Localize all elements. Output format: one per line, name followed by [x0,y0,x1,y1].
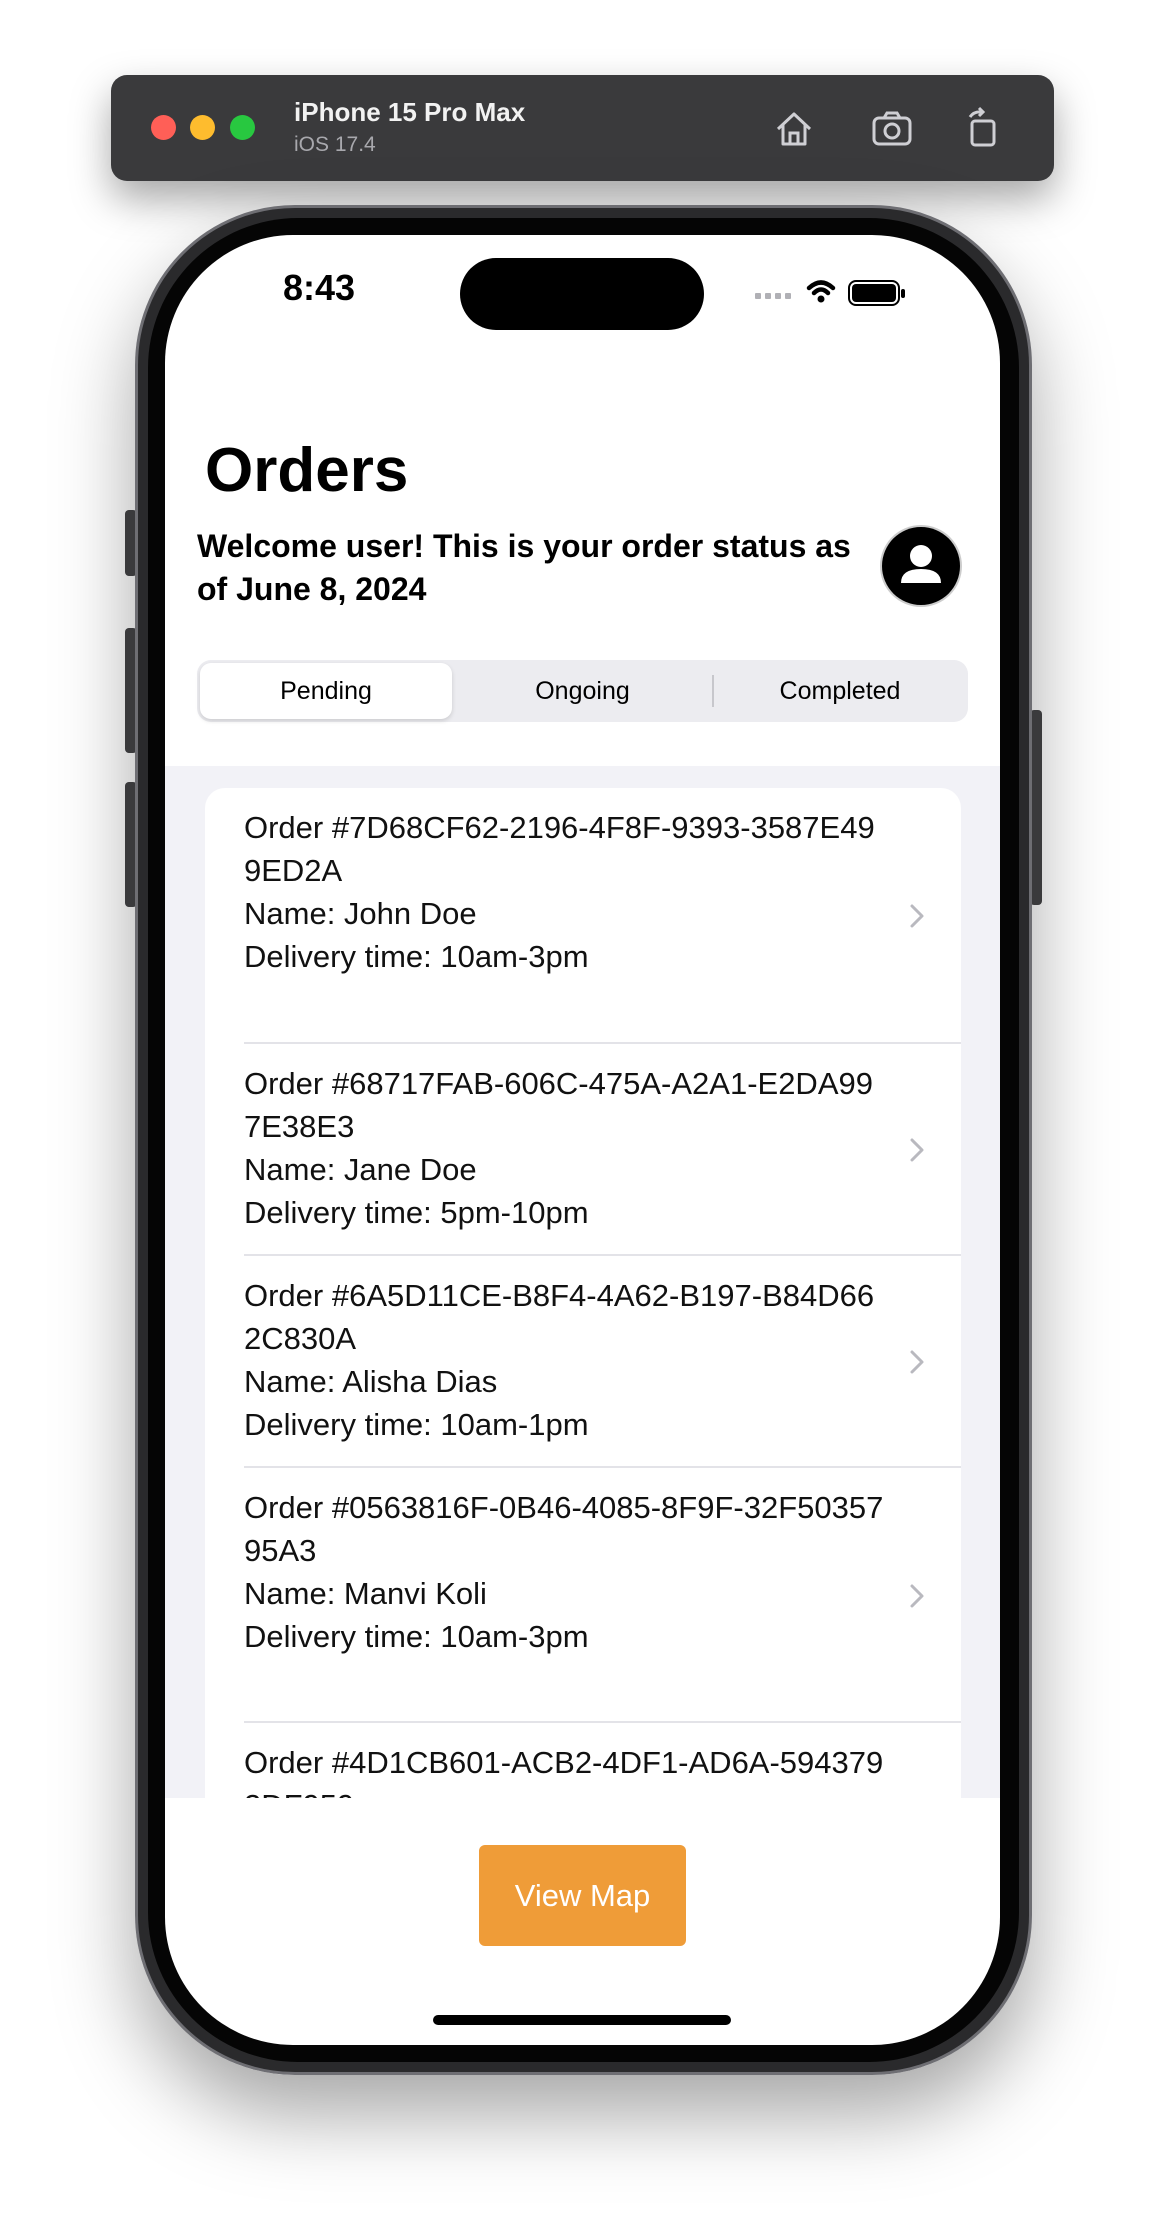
chevron-right-icon [909,1349,925,1375]
device-name: iPhone 15 Pro Max [294,97,526,127]
order-row[interactable]: Order #4D1CB601-ACB2-4DF1-AD6A-5943792DF… [205,1723,961,1798]
zoom-window-button[interactable] [230,115,255,140]
rotate-icon[interactable] [956,103,1008,155]
order-customer-name: Name: Manvi Koli [244,1576,487,1611]
home-indicator[interactable] [433,2015,731,2025]
tab-completed[interactable]: Completed [715,663,965,719]
order-row-text: Order #4D1CB601-ACB2-4DF1-AD6A-5943792DF… [244,1741,884,1798]
order-delivery-time: Delivery time: 5pm-10pm [244,1195,589,1230]
status-icons [755,273,925,313]
welcome-message: Welcome user! This is your order status … [197,528,851,607]
person-icon [901,545,941,583]
order-number: Order #0563816F-0B46-4085-8F9F-32F503579… [244,1490,884,1568]
order-row[interactable]: Order #68717FAB-606C-475A-A2A1-E2DA997E3… [205,1044,961,1256]
order-number: Order #6A5D11CE-B8F4-4A62-B197-B84D662C8… [244,1278,875,1356]
chevron-right-icon [909,1583,925,1609]
os-version: iOS 17.4 [294,133,376,156]
orders-list[interactable]: Order #7D68CF62-2196-4F8F-9393-3587E499E… [165,766,1000,1798]
order-customer-name: Name: Alisha Dias [244,1364,498,1399]
order-delivery-time: Delivery time: 10am-1pm [244,1407,589,1442]
order-number: Order #7D68CF62-2196-4F8F-9393-3587E499E… [244,810,875,888]
order-row-text: Order #7D68CF62-2196-4F8F-9393-3587E499E… [244,806,884,978]
simulator-title-bar: iPhone 15 Pro Max iOS 17.4 [111,75,1054,181]
order-delivery-time: Delivery time: 10am-3pm [244,1619,589,1654]
page-title: Orders [205,436,409,505]
tab-ongoing[interactable]: Ongoing [455,663,710,719]
screenshot-icon[interactable] [866,103,918,155]
orders-card: Order #7D68CF62-2196-4F8F-9393-3587E499E… [205,788,961,1798]
order-customer-name: Name: John Doe [244,896,477,931]
status-time: 8:43 [283,267,356,308]
order-row[interactable]: Order #6A5D11CE-B8F4-4A62-B197-B84D662C8… [205,1256,961,1468]
dynamic-island [460,258,704,330]
profile-avatar-button[interactable] [882,527,960,605]
view-map-button[interactable]: View Map [479,1845,686,1946]
order-row[interactable]: Order #0563816F-0B46-4085-8F9F-32F503579… [205,1468,961,1723]
order-row[interactable]: Order #7D68CF62-2196-4F8F-9393-3587E499E… [205,788,961,1044]
order-number: Order #68717FAB-606C-475A-A2A1-E2DA997E3… [244,1066,873,1144]
order-row-text: Order #6A5D11CE-B8F4-4A62-B197-B84D662C8… [244,1274,884,1446]
wifi-icon [806,280,836,296]
order-row-text: Order #0563816F-0B46-4085-8F9F-32F503579… [244,1486,884,1658]
phone-screen: 8:43 Orders Welcome user! This is your o… [165,235,1000,2045]
order-customer-name: Name: Jane Doe [244,1152,477,1187]
cellular-signal-icon [755,293,791,299]
order-status-segmented-control: Pending Ongoing Completed [197,660,968,722]
tab-pending[interactable]: Pending [200,663,452,719]
segment-divider [712,675,714,707]
chevron-right-icon [909,1137,925,1163]
order-number: Order #4D1CB601-ACB2-4DF1-AD6A-5943792DF… [244,1745,884,1798]
chevron-right-icon [909,903,925,929]
order-row-text: Order #68717FAB-606C-475A-A2A1-E2DA997E3… [244,1062,884,1234]
minimize-window-button[interactable] [190,115,215,140]
home-icon[interactable] [768,103,820,155]
close-window-button[interactable] [151,115,176,140]
battery-icon [848,280,905,306]
order-delivery-time: Delivery time: 10am-3pm [244,939,589,974]
